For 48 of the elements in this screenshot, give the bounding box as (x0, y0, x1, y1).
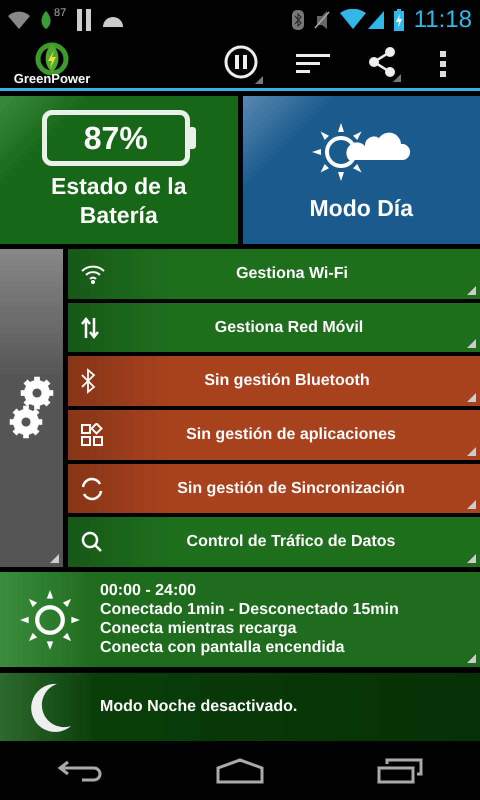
home-icon (216, 758, 264, 784)
pause-icon (223, 44, 263, 84)
battery-percent: 87% (84, 120, 148, 157)
day-mode-tile[interactable]: Modo Día (242, 96, 480, 244)
clock-time: 11:18 (414, 6, 472, 34)
corner-indicator-icon (467, 339, 476, 348)
toggle-row-button[interactable]: Control de Tráfico de Datos (68, 517, 480, 568)
battery-charging-icon (394, 9, 404, 31)
sort-icon (296, 52, 330, 76)
up-down-arrows-icon (80, 316, 100, 340)
corner-indicator-icon (467, 654, 476, 663)
toggle-row-button[interactable]: Gestiona Wi-Fi (68, 249, 480, 299)
battery-status-tile[interactable]: 87% Estado de la Batería (0, 96, 238, 244)
sync-icon (80, 476, 104, 501)
corner-indicator-icon (50, 554, 59, 563)
toggle-row-button[interactable]: Sin gestión Bluetooth (68, 356, 480, 406)
corner-indicator-icon (467, 554, 476, 564)
corner-indicator-icon (467, 286, 476, 295)
day-schedule-card[interactable]: 00:00 - 24:00 Conectado 1min - Desconectado 15min Conecta mientras recarga Conecta con pantalla encendida (0, 572, 480, 667)
wifi-unknown-icon (8, 11, 30, 29)
corner-indicator-icon (467, 500, 476, 510)
night-mode-card[interactable]: Modo Noche desactivado. (0, 673, 480, 741)
toggle-row-button[interactable]: Sin gestión de Sincronización (68, 464, 480, 514)
day-mode-label: Modo Día (310, 194, 413, 222)
corner-indicator-icon (467, 393, 476, 402)
bluetooth-icon (292, 10, 304, 30)
app-name: GreenPower (14, 71, 90, 86)
apps-grid-icon (80, 422, 104, 447)
toggle-row-button[interactable]: Gestiona Red Móvil (68, 302, 480, 352)
corner-indicator-icon (467, 446, 476, 456)
battery-tile-label: Estado de la Batería (50, 172, 188, 230)
overflow-menu-icon (439, 51, 447, 77)
muted-icon (314, 11, 330, 29)
toggle-row-button[interactable]: Sin gestión de aplicaciones (68, 410, 480, 460)
notification-count: 87 (54, 7, 66, 19)
wifi-icon (80, 262, 106, 285)
schedule-line: 00:00 - 24:00 (100, 582, 198, 600)
pause-notification-icon (76, 9, 92, 31)
recent-apps-icon (377, 758, 423, 784)
leaf-icon (40, 11, 52, 29)
search-icon (80, 530, 104, 554)
night-mode-text: Modo Noche desactivado. (100, 698, 298, 716)
signal-icon (340, 9, 384, 31)
bluetooth-icon (80, 368, 96, 394)
schedule-line: Conecta mientras recarga (100, 620, 298, 638)
settings-panel[interactable] (0, 249, 63, 567)
schedule-line: Conecta con pantalla encendida (100, 639, 346, 657)
schedule-line: Conectado 1min - Desconectado 15min (100, 601, 399, 619)
